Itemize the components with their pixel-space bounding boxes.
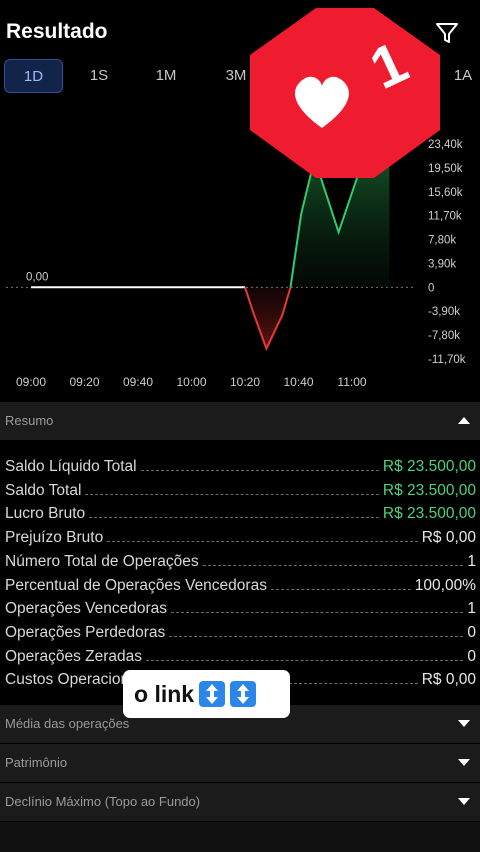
summary-label: Percentual de Operações Vencedoras [5,576,267,594]
chevron-down-icon [458,798,470,805]
summary-value: R$ 23.500,00 [382,505,476,523]
x-tick-label: 09:40 [123,375,153,389]
leader-dots [89,517,379,519]
x-tick-label: 10:20 [230,375,260,389]
leader-dots [171,612,464,614]
summary-label: Número Total de Operações [5,552,199,570]
section-resumo-label: Resumo [5,413,54,428]
tab-1s[interactable]: 1S [78,59,120,93]
section-resumo[interactable]: Resumo [0,402,480,440]
summary-value: R$ 0,00 [421,529,476,547]
summary-value: 0 [467,647,476,665]
summary-value: R$ 23.500,00 [382,458,476,475]
summary-value: R$ 23.500,00 [382,481,476,499]
summary-row: Operações Vencedoras 1 [5,596,476,618]
leader-dots [107,541,418,543]
summary-row: Saldo Total R$ 23.500,00 [5,478,476,500]
summary-label: Operações Zeradas [5,647,142,665]
summary-label: Operações Perdedoras [5,623,166,641]
notification-graphic: 1 [250,8,440,178]
summary-value: R$ 0,00 [421,671,476,689]
summary-label: Operações Vencedoras [5,600,167,618]
summary-value: 0 [467,623,476,641]
notification-badge: 1 [246,0,446,186]
y-tick-label: -11,70k [428,354,466,366]
summary-value: 100,00% [414,576,476,594]
summary-row: Lucro Bruto R$ 23.500,00 [5,501,476,523]
summary-row: Operações Perdedoras 0 [5,620,476,642]
x-tick-label: 09:20 [69,375,99,389]
leader-dots [202,564,464,566]
leader-dots [146,659,464,661]
section-declinio[interactable]: Declínio Máximo (Topo ao Fundo) [0,783,480,821]
summary-row: Operações Zeradas 0 [5,644,476,666]
summary-value: 1 [467,552,476,570]
summary-row: Número Total de Operações 1 [5,549,476,571]
overlay-text: o link [134,680,195,707]
chevron-up-icon [458,417,470,424]
page-title: Resultado [6,20,108,43]
tab-1a[interactable]: 1A [446,59,480,93]
link-overlay[interactable]: o link [123,670,290,718]
y-tick-label: 15,60k [428,187,463,199]
summary-label: Saldo Líquido Total [5,458,137,475]
y-tick-label: 3,90k [428,258,456,270]
x-tick-label: 09:00 [16,375,46,389]
x-tick-label: 10:40 [283,375,313,389]
y-tick-label: -7,80k [428,330,460,342]
section-media-label: Média das operações [5,716,130,731]
summary-label: Prejuízo Bruto [5,529,104,547]
y-tick-label: 7,80k [428,235,456,247]
y-tick-label: 0 [428,282,434,294]
bottom-bar [0,822,480,852]
start-value-label: 0,00 [26,271,48,283]
section-patrimonio-label: Patrimônio [5,755,68,770]
leader-dots [85,493,379,495]
loss-area [245,287,291,349]
tab-1m[interactable]: 1M [145,59,187,93]
summary-row: Percentual de Operações Vencedoras 100,00… [5,573,476,595]
chevron-down-icon [458,759,470,766]
summary-row: Prejuízo Bruto R$ 0,00 [5,525,476,547]
tab-1d[interactable]: 1D [4,59,63,93]
leader-dots [140,470,379,471]
chevron-down-icon [458,720,470,727]
section-patrimonio[interactable]: Patrimônio [0,744,480,782]
x-tick-label: 11:00 [337,375,366,389]
leader-dots [270,588,411,590]
leader-dots [169,635,464,637]
summary-row: Saldo Líquido Total R$ 23.500,00 [5,454,476,476]
up-down-arrow-icon [199,681,226,707]
up-down-arrow-icon [230,681,257,707]
y-tick-label: -3,90k [428,306,460,318]
section-declinio-label: Declínio Máximo (Topo ao Fundo) [5,794,201,809]
summary-label: Saldo Total [5,481,82,499]
summary-list: Saldo Líquido Total R$ 23.500,00 Saldo Tot… [0,440,480,704]
summary-label: Lucro Bruto [5,505,86,523]
y-tick-label: 11,70k [428,211,462,223]
summary-value: 1 [467,600,476,618]
x-tick-label: 10:00 [176,375,206,389]
